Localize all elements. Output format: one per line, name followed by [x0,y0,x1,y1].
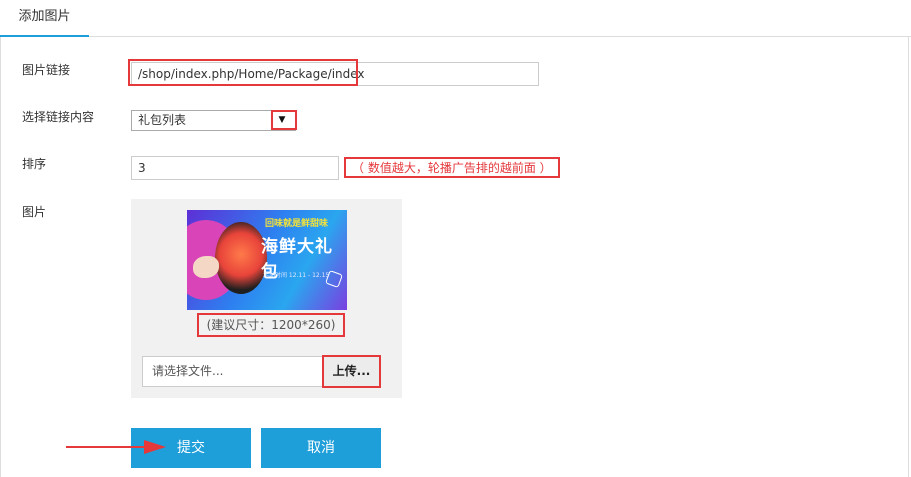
link-content-label: 选择链接内容 [22,110,95,124]
banner-subtitle: 活动时间 12.11 - 12.15 [263,272,330,279]
link-annotation-box [128,59,358,86]
file-path-input[interactable]: 请选择文件... [142,356,324,387]
sort-label: 排序 [22,157,47,171]
shrimp-graphic [193,256,219,278]
seafood-plate [215,222,267,294]
sort-hint: （ 数值越大，轮播广告排的越前面 ） [344,157,560,178]
image-size-hint: (建议尺寸：1200*260) [197,313,345,337]
select-arrow-annotation-box [271,110,297,130]
sort-input[interactable]: 3 [131,156,339,180]
cancel-button[interactable]: 取消 [261,428,381,468]
link-label: 图片链接 [22,63,71,77]
banner-small-title: 回味就是鲜甜味 [265,219,329,229]
tab-add-image[interactable]: 添加图片 [0,0,89,37]
pointer-arrow-icon [66,440,166,454]
image-label: 图片 [22,205,47,219]
banner-preview-image: 回味就是鲜甜味 海鲜大礼包 活动时间 12.11 - 12.15 [187,210,347,310]
upload-button[interactable]: 上传... [322,355,381,388]
tab-bar: 添加图片 [0,0,911,37]
